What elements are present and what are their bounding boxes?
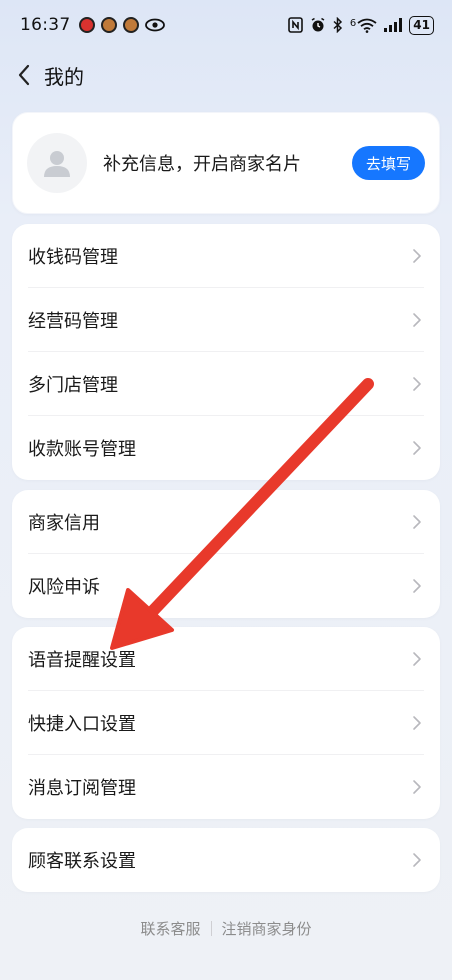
footer-links: 联系客服 注销商家身份 [0,918,452,939]
menu-item-label: 风险申诉 [28,577,100,598]
menu-group-customer: 顾客联系设置 [12,828,440,892]
chevron-left-icon [18,64,30,86]
signal-icon [384,18,403,32]
contact-support-link[interactable]: 联系客服 [140,918,200,939]
menu-item-label: 多门店管理 [28,374,118,396]
alarm-icon [311,17,325,32]
status-left: 16:37 [20,15,165,35]
chevron-right-icon [412,651,424,667]
footer-divider [210,921,212,936]
app-notification-icon [122,17,139,33]
chevron-right-icon [412,852,424,868]
menu-item-label: 商家信用 [28,512,100,534]
menu-item-label: 快捷入口设置 [28,713,136,735]
menu-item-label: 消息订阅管理 [28,778,136,799]
chevron-right-icon [412,248,424,264]
menu-item-collection-code[interactable]: 收钱码管理 [28,224,424,288]
menu-item-label: 收款账号管理 [28,439,136,460]
battery-indicator: 41 [409,15,434,35]
app-notification-icon [100,17,117,33]
menu-group-settings: 语音提醒设置 快捷入口设置 消息订阅管理 [12,627,440,819]
chevron-right-icon [412,578,424,594]
bluetooth-icon [333,17,343,33]
eye-icon [144,18,165,32]
menu-item-voice-reminder[interactable]: 语音提醒设置 [28,627,424,691]
menu-item-label: 经营码管理 [28,310,118,332]
chevron-right-icon [412,440,424,456]
avatar[interactable] [27,133,87,193]
status-bar: 16:37 6 41 [0,0,452,50]
menu-item-payee-account[interactable]: 收款账号管理 [28,416,424,480]
status-right: 6 41 [288,15,434,35]
network-type-label: 6 [349,17,357,29]
user-placeholder-icon [44,151,70,177]
page-title: 我的 [44,64,84,89]
menu-item-merchant-credit[interactable]: 商家信用 [28,490,424,554]
nfc-icon [288,17,303,33]
menu-item-risk-appeal[interactable]: 风险申诉 [28,554,424,618]
chevron-right-icon [412,312,424,328]
chevron-right-icon [412,514,424,530]
menu-item-message-subscription[interactable]: 消息订阅管理 [28,755,424,819]
menu-item-label: 语音提醒设置 [28,649,136,671]
profile-prompt-text: 补充信息，开启商家名片 [103,154,301,175]
menu-item-label: 收钱码管理 [28,246,118,268]
menu-group-payment-codes: 收钱码管理 经营码管理 多门店管理 收款账号管理 [12,224,440,480]
status-time: 16:37 [20,15,71,35]
app-notification-icon [78,17,95,33]
menu-group-credit: 商家信用 风险申诉 [12,490,440,618]
chevron-right-icon [412,779,424,795]
nav-bar: 我的 [0,50,452,100]
merchant-profile-card[interactable]: 补充信息，开启商家名片 去填写 [12,112,440,214]
chevron-right-icon [412,376,424,392]
menu-item-shortcut-entry[interactable]: 快捷入口设置 [28,691,424,755]
menu-item-label: 顾客联系设置 [28,851,136,872]
menu-item-multi-store[interactable]: 多门店管理 [28,352,424,416]
wifi-icon [357,18,377,33]
back-button[interactable] [10,55,38,95]
menu-item-business-code[interactable]: 经营码管理 [28,288,424,352]
fill-info-button[interactable]: 去填写 [351,146,425,180]
menu-item-customer-contact[interactable]: 顾客联系设置 [28,828,424,892]
chevron-right-icon [412,715,424,731]
cancel-merchant-identity-link[interactable]: 注销商家身份 [222,918,312,939]
